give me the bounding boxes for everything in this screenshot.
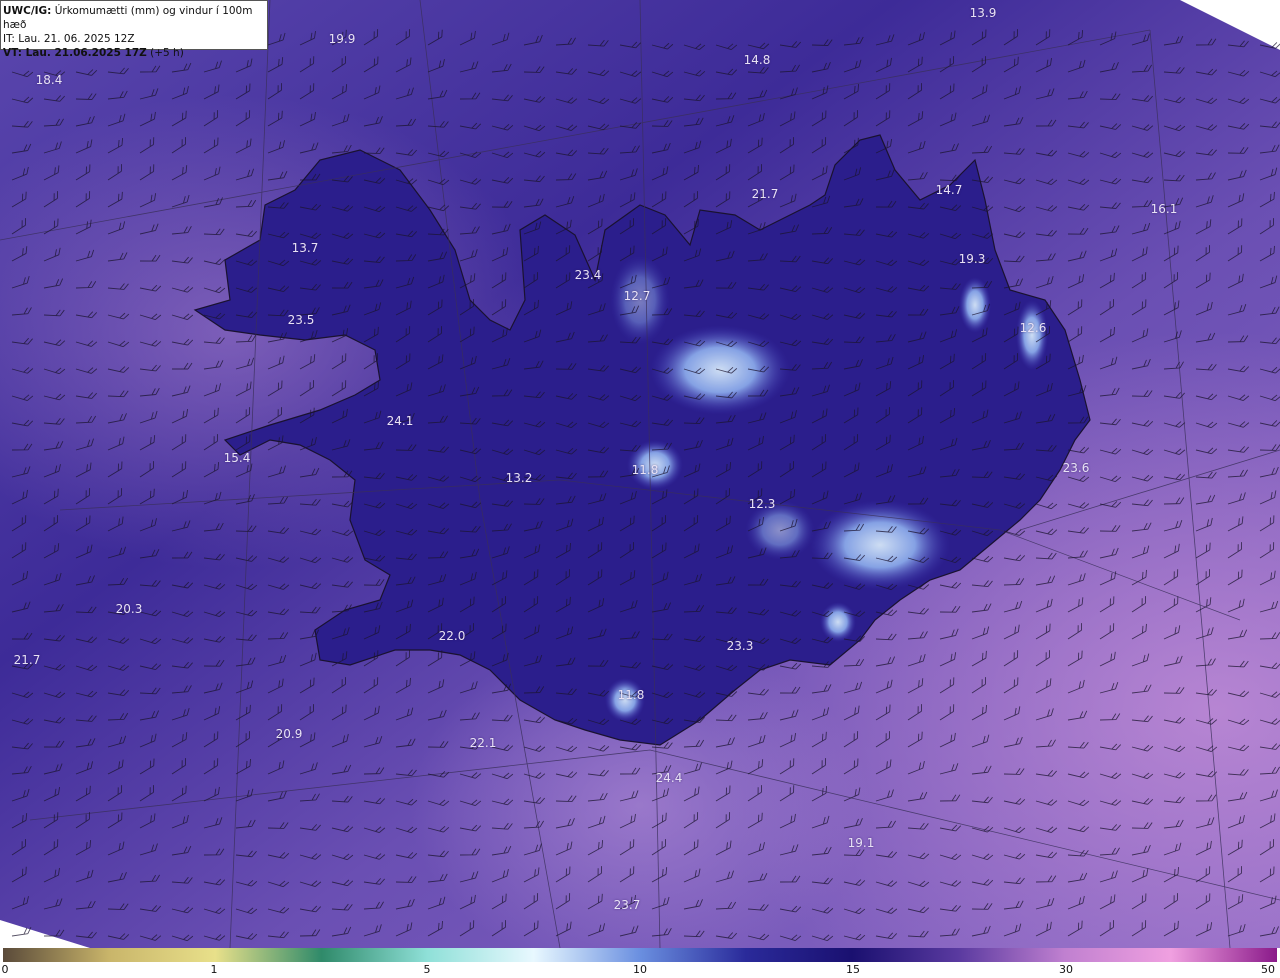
colorbar: 0 1 5 10 15 30 50 (0, 948, 1280, 978)
colorbar-tick: 10 (633, 963, 647, 976)
value-label: 13.2 (505, 471, 533, 485)
value-label: 12.6 (1019, 321, 1047, 335)
model-name: UWC/IG: (3, 5, 52, 17)
value-label: 21.7 (751, 187, 779, 201)
value-label: 14.7 (935, 183, 963, 197)
value-label: 19.9 (328, 32, 356, 46)
colorbar-ramp (3, 948, 1277, 962)
value-label: 23.5 (287, 313, 315, 327)
value-label: 20.9 (275, 727, 303, 741)
colorbar-tick: 30 (1059, 963, 1073, 976)
value-label: 23.6 (1062, 461, 1090, 475)
value-label: 22.1 (469, 736, 497, 750)
value-label: 11.8 (617, 688, 645, 702)
value-label: 16.1 (1150, 202, 1178, 216)
value-label: 23.3 (726, 639, 754, 653)
value-label: 23.4 (574, 268, 602, 282)
value-label: 19.3 (958, 252, 986, 266)
value-label: 19.1 (847, 836, 875, 850)
value-label: 21.7 (13, 653, 41, 667)
colorbar-tick: 5 (423, 963, 431, 976)
value-label: 24.4 (655, 771, 683, 785)
forecast-header: UWC/IG: Úrkomumætti (mm) og vindur í 100… (0, 0, 268, 59)
lead-time: (+5 h) (150, 47, 184, 59)
value-label: 12.3 (748, 497, 776, 511)
initial-time: IT: Lau. 21. 06. 2025 12Z (3, 33, 135, 45)
colorbar-tick: 50 (1261, 963, 1275, 976)
value-label: 14.8 (743, 53, 771, 67)
colorbar-tick: 0 (1, 963, 9, 976)
value-label: 24.1 (386, 414, 414, 428)
value-label: 12.7 (623, 289, 651, 303)
value-label: 15.4 (223, 451, 251, 465)
colorbar-tick: 15 (846, 963, 860, 976)
value-label: 22.0 (438, 629, 466, 643)
value-label: 13.7 (291, 241, 319, 255)
value-label: 20.3 (115, 602, 143, 616)
value-label: 11.8 (631, 463, 659, 477)
colorbar-tick: 1 (210, 963, 218, 976)
value-label: 13.9 (969, 6, 997, 20)
value-label: 18.4 (35, 73, 63, 87)
value-label: 23.7 (613, 898, 641, 912)
valid-time: VT: Lau. 21.06.2025 17Z (3, 47, 147, 59)
